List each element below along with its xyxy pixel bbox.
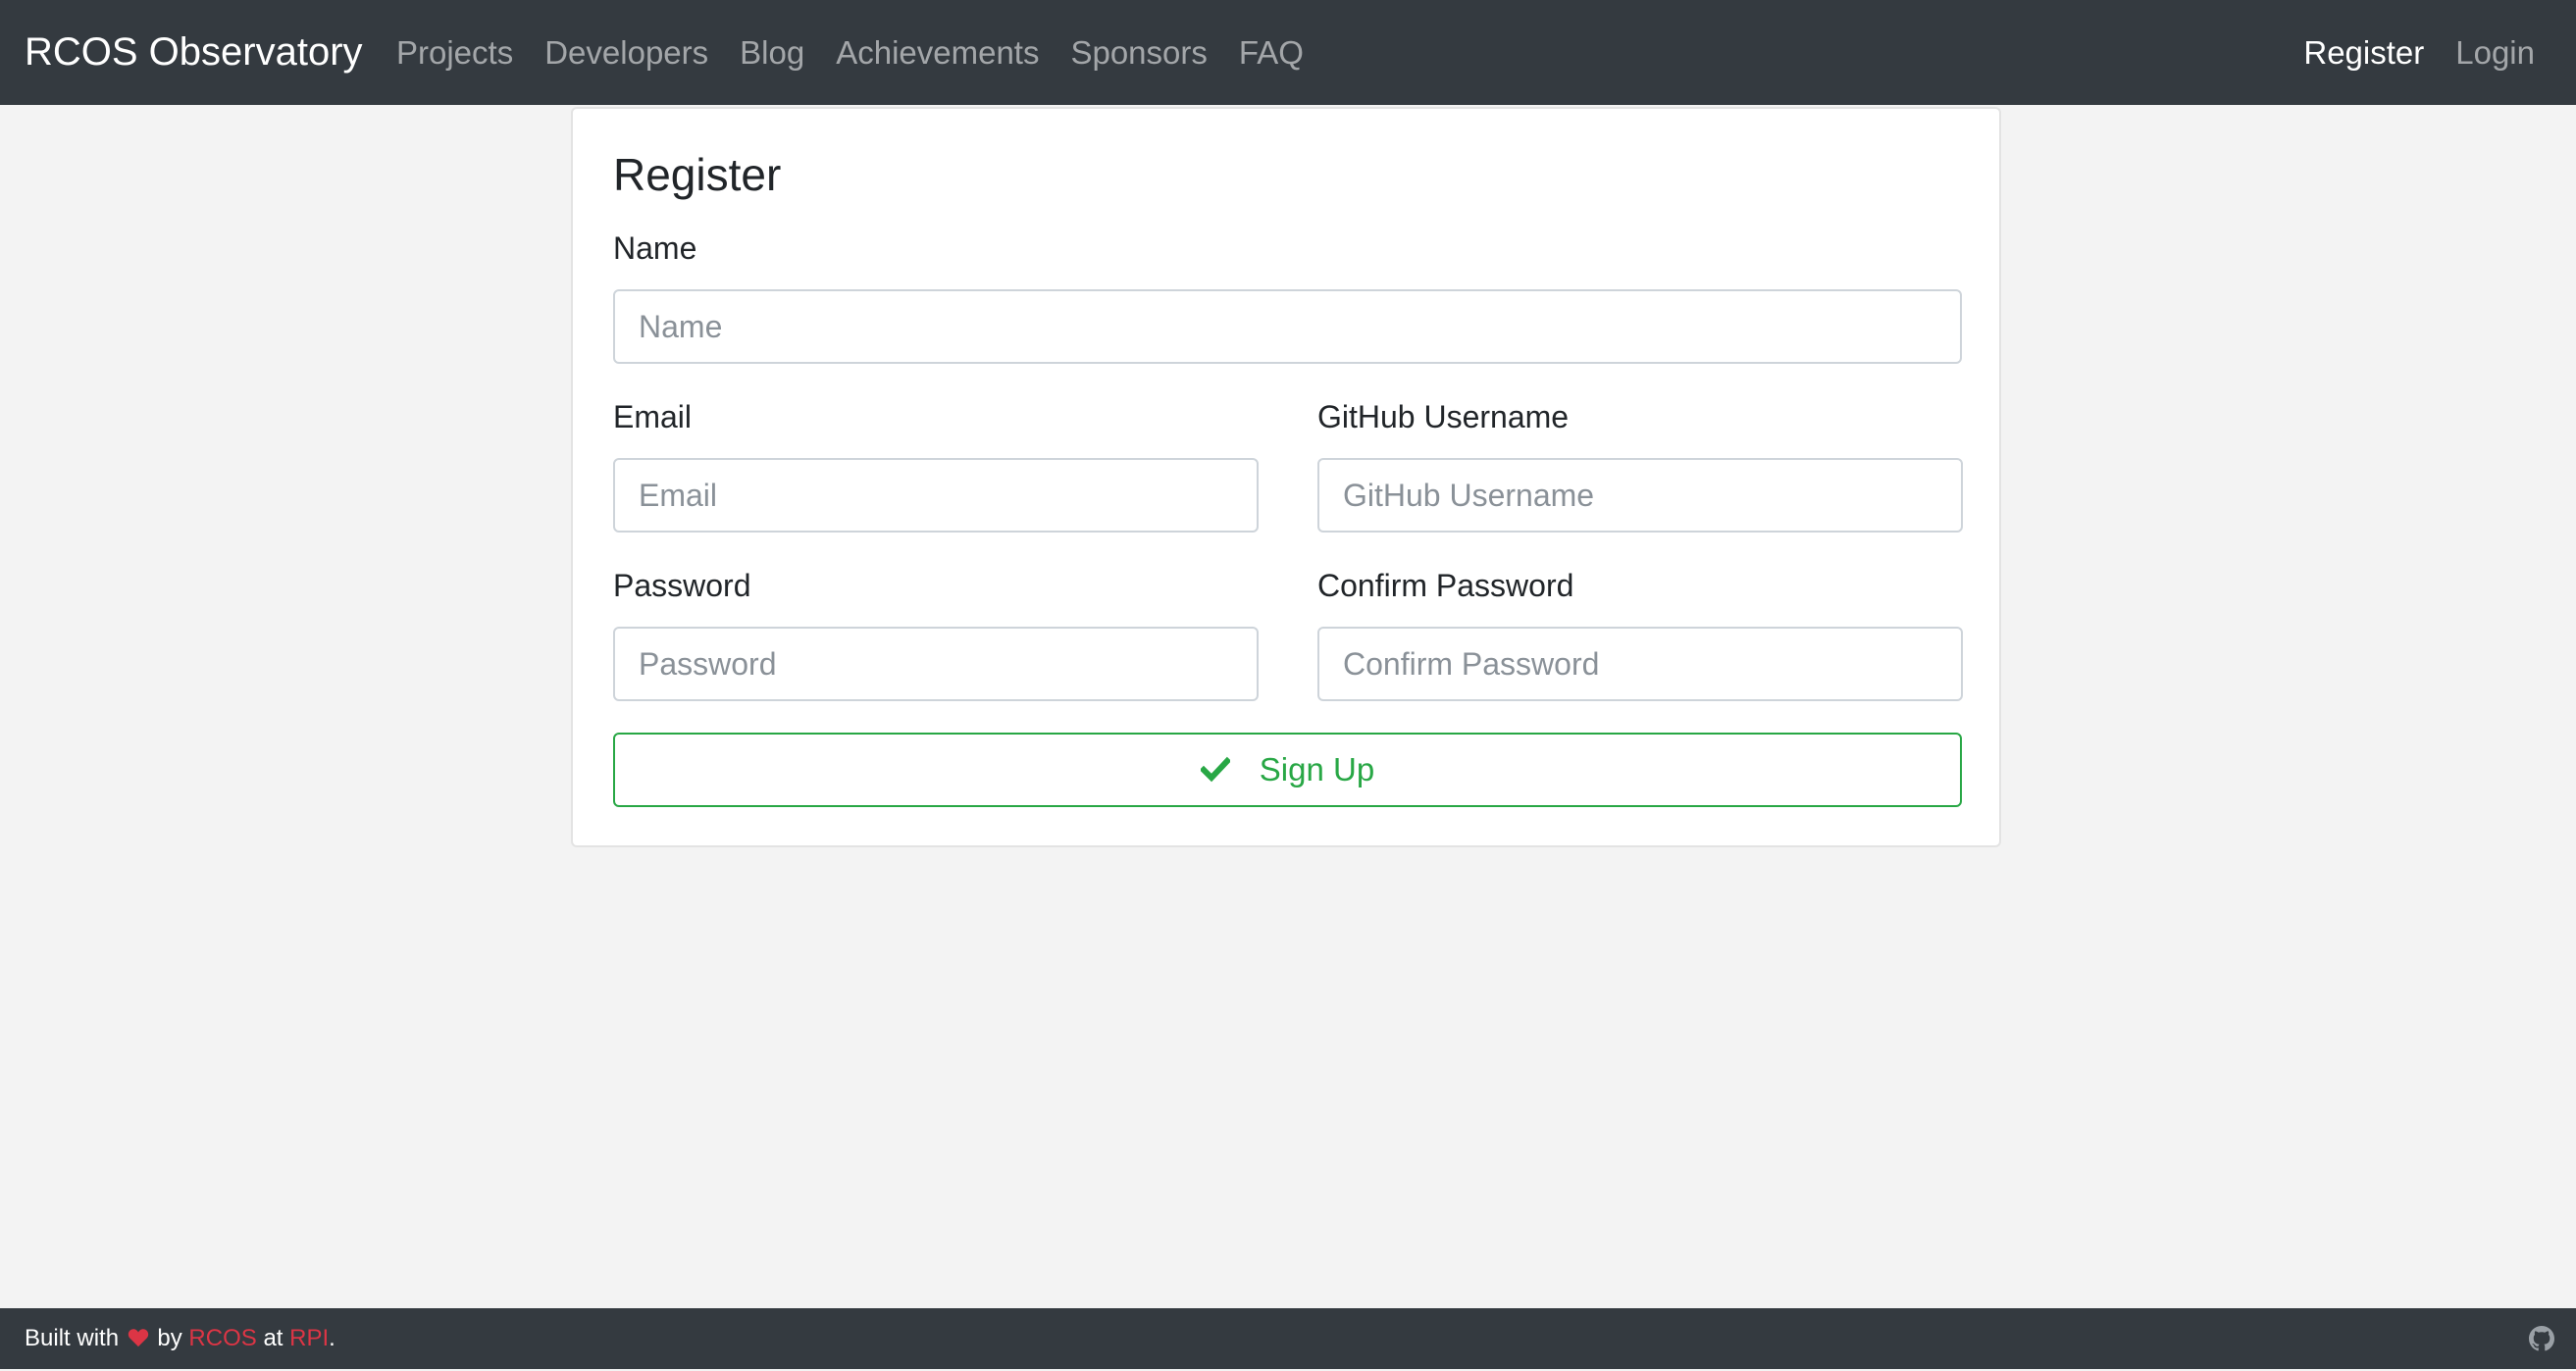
nav-link-sponsors[interactable]: Sponsors bbox=[1070, 34, 1207, 72]
footer: Built with by RCOS at RPI. bbox=[0, 1308, 2576, 1369]
top-navbar: RCOS Observatory Projects Developers Blo… bbox=[0, 0, 2576, 105]
main-nav: Projects Developers Blog Achievements Sp… bbox=[396, 0, 1335, 105]
register-card: Register Name Email GitHub Username Pass… bbox=[571, 107, 2001, 847]
brand-link[interactable]: RCOS Observatory bbox=[25, 0, 363, 105]
github-username-input[interactable] bbox=[1317, 458, 1963, 533]
nav-link-developers[interactable]: Developers bbox=[544, 34, 708, 72]
github-username-label: GitHub Username bbox=[1317, 399, 1570, 434]
page-title: Register bbox=[613, 149, 782, 200]
nav-link-login[interactable]: Login bbox=[2455, 34, 2535, 72]
email-label: Email bbox=[613, 399, 693, 434]
nav-link-achievements[interactable]: Achievements bbox=[836, 34, 1039, 72]
github-icon[interactable] bbox=[2529, 1326, 2554, 1351]
confirm-password-label: Confirm Password bbox=[1317, 568, 1574, 603]
nav-link-register[interactable]: Register bbox=[2303, 34, 2424, 72]
footer-built-with: Built with bbox=[25, 1325, 120, 1351]
name-label: Name bbox=[613, 230, 697, 266]
footer-at: at bbox=[263, 1325, 283, 1351]
email-input[interactable] bbox=[613, 458, 1259, 533]
confirm-password-input[interactable] bbox=[1317, 627, 1963, 701]
nav-link-faq[interactable]: FAQ bbox=[1239, 34, 1304, 72]
sign-up-button[interactable]: Sign Up bbox=[613, 733, 1962, 807]
nav-link-blog[interactable]: Blog bbox=[740, 34, 804, 72]
nav-link-projects[interactable]: Projects bbox=[396, 34, 513, 72]
footer-period: . bbox=[329, 1325, 335, 1351]
rcos-link[interactable]: RCOS bbox=[188, 1325, 256, 1351]
check-icon bbox=[1199, 755, 1232, 785]
heart-icon bbox=[128, 1310, 149, 1347]
footer-by: by bbox=[157, 1325, 182, 1351]
password-input[interactable] bbox=[613, 627, 1259, 701]
sign-up-label: Sign Up bbox=[1259, 751, 1375, 787]
auth-nav: Register Login bbox=[2272, 0, 2535, 105]
footer-credit: Built with by RCOS at RPI. bbox=[25, 1308, 335, 1369]
password-label: Password bbox=[613, 568, 751, 603]
name-input[interactable] bbox=[613, 289, 1962, 364]
rpi-link[interactable]: RPI bbox=[289, 1325, 329, 1351]
